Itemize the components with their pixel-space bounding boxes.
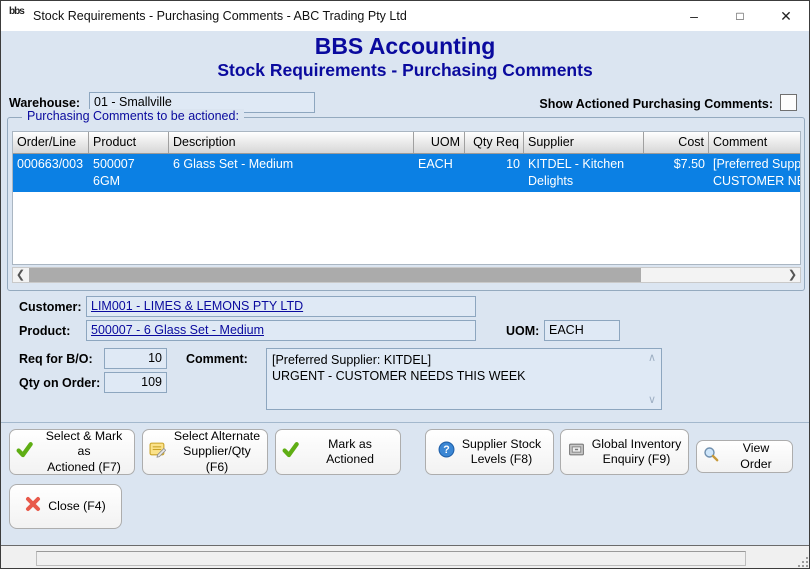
cell-qty-req: 10 (465, 154, 524, 192)
scrollbar-thumb[interactable] (29, 268, 641, 282)
divider (1, 422, 810, 423)
close-button[interactable]: Close (F4) (9, 484, 122, 529)
table-horizontal-scrollbar[interactable]: ❮ ❯ (12, 267, 801, 283)
uom-label: UOM: (506, 324, 539, 338)
app-window: bbs Stock Requirements - Purchasing Comm… (0, 0, 810, 569)
customer-field[interactable]: LIM001 - LIMES & LEMONS PTY LTD (86, 296, 476, 317)
maximize-button[interactable]: □ (717, 1, 763, 31)
table-row[interactable]: 000663/003 500007 6GM 6 Glass Set - Medi… (13, 154, 800, 192)
table-header: Order/Line Product Description UOM Qty R… (13, 132, 800, 154)
title-bar: bbs Stock Requirements - Purchasing Comm… (1, 1, 809, 31)
inventory-drawer-icon (568, 441, 585, 463)
col-uom[interactable]: UOM (414, 132, 465, 153)
cell-order-line: 000663/003 (13, 154, 89, 192)
minimize-button[interactable]: – (671, 1, 717, 31)
scroll-down-icon[interactable]: ∨ (645, 393, 659, 407)
cell-product: 500007 6GM (89, 154, 169, 192)
customer-label: Customer: (19, 300, 82, 314)
warehouse-label: Warehouse: (9, 96, 80, 110)
purchasing-comments-group: Purchasing Comments to be actioned: Orde… (7, 117, 805, 291)
product-label: Product: (19, 324, 70, 338)
status-bar (1, 545, 810, 569)
comment-textarea[interactable]: [Preferred Supplier: KITDEL] URGENT - CU… (266, 348, 662, 410)
col-cost[interactable]: Cost (644, 132, 709, 153)
status-panel (36, 551, 746, 566)
product-field[interactable]: 500007 - 6 Glass Set - Medium (86, 320, 476, 341)
comment-text: [Preferred Supplier: KITDEL] URGENT - CU… (272, 352, 641, 385)
cell-supplier: KITDEL - Kitchen Delights (524, 154, 644, 192)
green-check-icon (16, 441, 33, 463)
col-description[interactable]: Description (169, 132, 414, 153)
col-comment[interactable]: Comment (709, 132, 800, 153)
view-order-button[interactable]: View Order (696, 440, 793, 473)
page-title: Stock Requirements - Purchasing Comments (1, 60, 809, 81)
purchasing-comments-table[interactable]: Order/Line Product Description UOM Qty R… (12, 131, 801, 265)
group-title: Purchasing Comments to be actioned: (22, 109, 244, 123)
red-x-icon (25, 496, 41, 517)
req-bo-field[interactable]: 10 (104, 348, 167, 369)
col-product[interactable]: Product (89, 132, 169, 153)
note-edit-icon (149, 441, 166, 463)
green-check-icon (282, 441, 299, 463)
req-bo-label: Req for B/O: (19, 352, 93, 366)
button-label: View Order (726, 441, 786, 472)
scroll-right-icon[interactable]: ❯ (785, 268, 800, 282)
svg-text:?: ? (443, 444, 449, 456)
show-actioned-checkbox[interactable] (780, 94, 797, 111)
button-label: Close (F4) (48, 499, 105, 514)
show-actioned-label: Show Actioned Purchasing Comments: (461, 97, 773, 111)
col-supplier[interactable]: Supplier (524, 132, 644, 153)
button-label: Mark as Actioned (306, 437, 394, 468)
qty-on-order-label: Qty on Order: (19, 376, 100, 390)
cell-description: 6 Glass Set - Medium (169, 154, 414, 192)
app-icon-monogram: bbs (9, 6, 24, 17)
magnifier-icon (703, 446, 719, 467)
mark-as-actioned-button[interactable]: Mark as Actioned (275, 429, 401, 475)
button-label: Select Alternate Supplier/Qty (F6) (173, 429, 261, 475)
cell-cost: $7.50 (644, 154, 709, 192)
qty-on-order-field[interactable]: 109 (104, 372, 167, 393)
button-label: Global Inventory Enquiry (F9) (592, 437, 682, 468)
app-title: BBS Accounting (1, 33, 809, 60)
app-icon: bbs (9, 7, 27, 25)
comment-label: Comment: (186, 352, 248, 366)
global-inventory-enquiry-button[interactable]: Global Inventory Enquiry (F9) (560, 429, 689, 475)
select-alternate-supplier-button[interactable]: Select Alternate Supplier/Qty (F6) (142, 429, 268, 475)
uom-field[interactable]: EACH (544, 320, 620, 341)
help-icon: ? (438, 441, 455, 463)
scroll-left-icon[interactable]: ❮ (13, 268, 28, 282)
scroll-up-icon[interactable]: ∧ (645, 351, 659, 365)
select-mark-actioned-button[interactable]: Select & Mark as Actioned (F7) (9, 429, 135, 475)
cell-uom: EACH (414, 154, 465, 192)
resize-grip[interactable] (798, 557, 808, 567)
window-title: Stock Requirements - Purchasing Comments… (33, 1, 407, 31)
supplier-stock-levels-button[interactable]: ? Supplier Stock Levels (F8) (425, 429, 554, 475)
cell-comment: [Preferred Supp CUSTOMER NE (709, 154, 800, 192)
button-label: Supplier Stock Levels (F8) (462, 437, 541, 468)
col-order-line[interactable]: Order/Line (13, 132, 89, 153)
col-qty-req[interactable]: Qty Req (465, 132, 524, 153)
customer-link[interactable]: LIM001 - LIMES & LEMONS PTY LTD (91, 299, 303, 313)
product-link[interactable]: 500007 - 6 Glass Set - Medium (91, 323, 264, 337)
close-window-button[interactable]: ✕ (763, 1, 809, 31)
button-label: Select & Mark as Actioned (F7) (40, 429, 128, 475)
